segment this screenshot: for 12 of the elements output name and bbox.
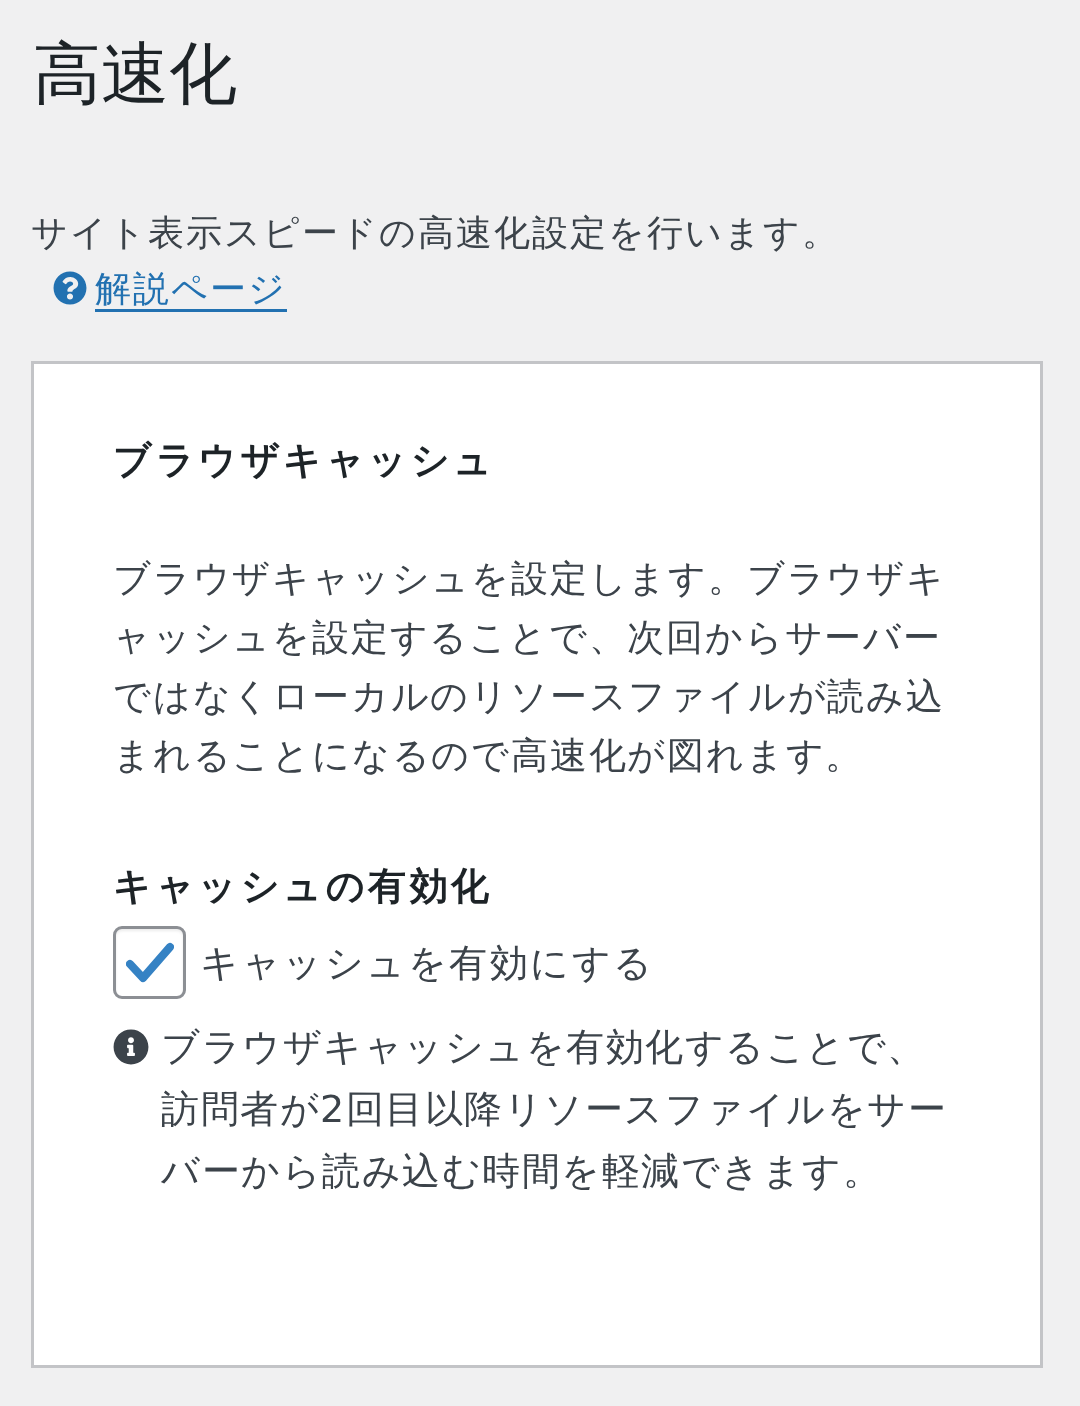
section-title: ブラウザキャッシュ xyxy=(113,437,496,484)
help-icon xyxy=(53,271,87,305)
info-note: ブラウザキャッシュを有効化することで、訪問者が2回目以降リソースファイルをサーバーから読み込む時間を軽減できます。 xyxy=(161,1024,949,1195)
setting-label: キャッシュの有効化 xyxy=(113,863,493,910)
checkbox[interactable] xyxy=(113,926,186,999)
info-icon xyxy=(113,1029,149,1065)
page-title: 高速化 xyxy=(33,33,237,115)
help-link[interactable]: 解説ページ xyxy=(53,268,287,309)
checkbox-label[interactable]: キャッシュを有効にする xyxy=(200,931,655,994)
check-icon xyxy=(125,941,174,984)
section-description: ブラウザキャッシュを設定します。ブラウザキャッシュを設定することで、次回からサーバーではなくローカルのリソースファイルが読み込まれることになるので高速化が図れます。 xyxy=(113,556,947,779)
page-description: サイト表示スピードの高速化設定を行います。 xyxy=(31,212,840,253)
